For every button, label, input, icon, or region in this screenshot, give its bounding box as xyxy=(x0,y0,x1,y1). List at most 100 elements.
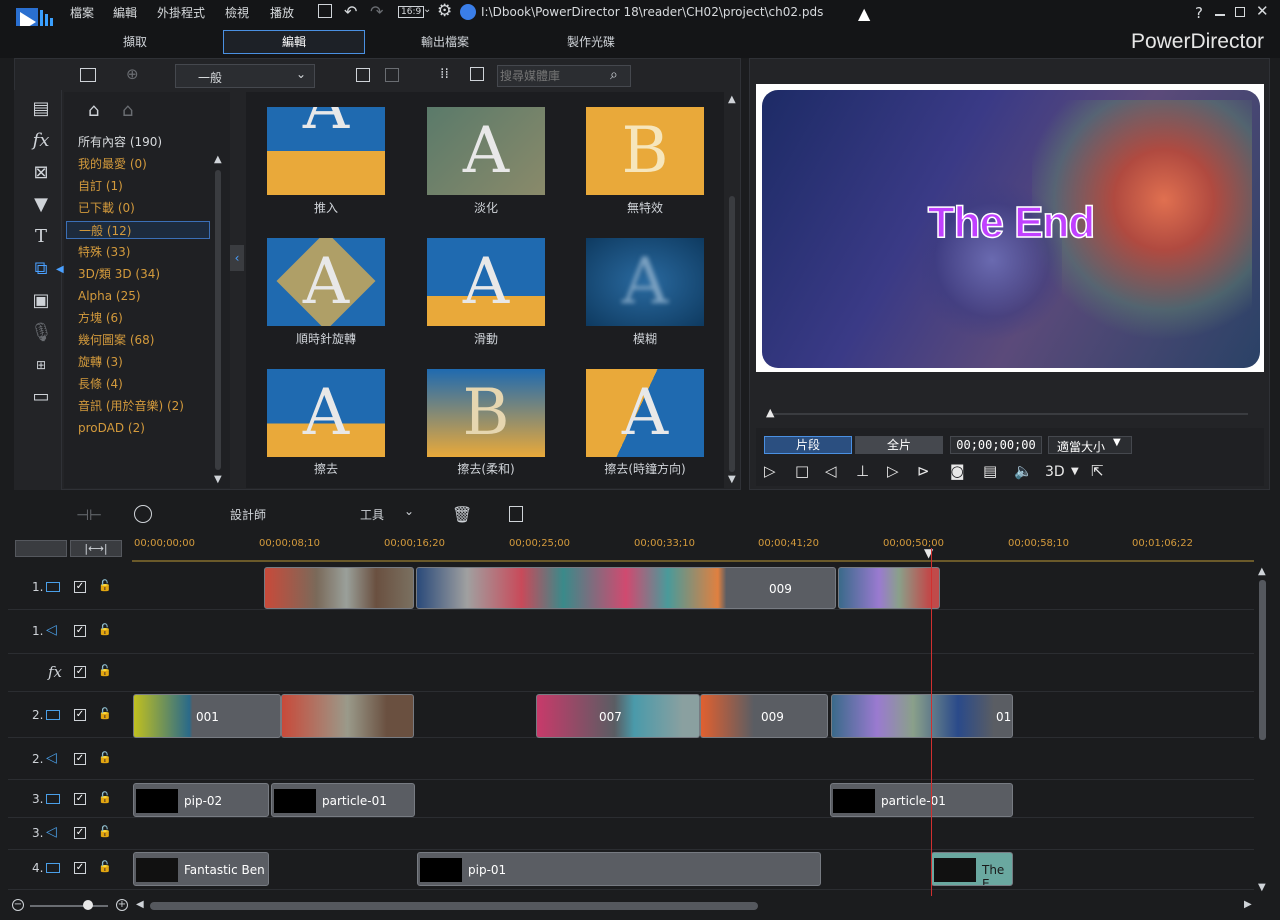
menu-playback[interactable]: 播放 xyxy=(270,4,294,21)
category-scrollbar[interactable] xyxy=(215,170,221,470)
timeline-clip[interactable] xyxy=(281,694,414,738)
clip-mode-button[interactable]: 片段 xyxy=(764,436,852,454)
grid-scroll-up-icon[interactable]: ▲ xyxy=(728,94,736,105)
grid-scroll-down-icon[interactable]: ▼ xyxy=(728,474,736,485)
clip-properties-icon[interactable] xyxy=(509,506,523,522)
timeline-clip[interactable]: 001 xyxy=(133,694,281,738)
play-icon[interactable]: ▷ xyxy=(764,462,776,480)
plugin-globe-icon[interactable]: ⊕ xyxy=(126,65,139,83)
previous-frame-icon[interactable]: ◁ xyxy=(825,462,837,480)
minimize-icon[interactable] xyxy=(1215,14,1225,16)
zoom-out-icon[interactable]: − xyxy=(12,899,24,911)
zoom-slider-track[interactable] xyxy=(30,905,108,907)
transition-thumbnail-wipe[interactable]: A xyxy=(267,369,385,457)
pip-room-icon[interactable]: ⊠ xyxy=(30,162,52,184)
menu-plugins[interactable]: 外掛程式 xyxy=(157,4,205,21)
movie-mode-button[interactable]: 全片 xyxy=(855,436,943,454)
lock-icon[interactable]: 🔓 xyxy=(98,707,112,720)
scroll-left-icon[interactable]: ◀ xyxy=(136,899,144,910)
tab-capture[interactable]: 擷取 xyxy=(80,30,190,54)
tab-edit[interactable]: 編輯 xyxy=(223,30,365,54)
timeline-clip[interactable]: 013 xyxy=(831,694,1013,738)
lock-icon[interactable]: 🔓 xyxy=(98,579,112,592)
chevron-down-icon[interactable]: ⌄ xyxy=(423,4,431,15)
timeline-clip[interactable] xyxy=(838,567,940,609)
category-all[interactable]: 所有內容 (190) xyxy=(66,133,210,151)
zoom-select[interactable]: 適當大小 ▼ xyxy=(1048,436,1132,454)
timeline-clip[interactable]: 009 xyxy=(416,567,836,609)
timecode-display[interactable]: 00;00;00;00 xyxy=(950,436,1042,454)
transition-thumbnail-clockwise[interactable]: A xyxy=(267,238,385,326)
track-enable-checkbox[interactable]: ✓ xyxy=(74,581,86,593)
transition-thumbnail-fade[interactable]: A xyxy=(427,107,545,195)
track-enable-checkbox[interactable]: ✓ xyxy=(74,709,86,721)
category-alpha[interactable]: Alpha (25) xyxy=(66,287,210,305)
chapter-room-icon[interactable]: ⊞ xyxy=(30,354,52,376)
collapse-panel-button[interactable]: ‹ xyxy=(230,245,244,271)
menu-view[interactable]: 檢視 xyxy=(225,4,249,21)
settings-gear-icon[interactable]: ⚙ xyxy=(437,1,452,21)
transition-room-icon[interactable]: ⧉ xyxy=(30,258,52,280)
grid-view-icon[interactable]: ⁞⁞ xyxy=(440,66,449,82)
effect-room-icon[interactable]: fx xyxy=(30,130,52,152)
restore-icon[interactable] xyxy=(1235,7,1245,17)
delete-trash-icon[interactable]: 🗑 xyxy=(452,505,472,524)
lock-icon[interactable]: 🔓 xyxy=(98,791,112,804)
add-tag-icon[interactable]: ⌂ xyxy=(88,100,99,121)
close-icon[interactable]: ✕ xyxy=(1256,2,1269,20)
search-input[interactable] xyxy=(500,68,600,84)
fix-enhance-icon[interactable] xyxy=(134,505,152,523)
redo-icon[interactable]: ↷ xyxy=(370,2,383,21)
scroll-right-icon[interactable]: ▶ xyxy=(1244,899,1252,910)
category-3d[interactable]: 3D/類 3D (34) xyxy=(66,265,210,283)
category-downloaded[interactable]: 已下載 (0) xyxy=(66,199,210,217)
replace-icon[interactable] xyxy=(385,68,399,82)
media-room-icon[interactable]: ▤ xyxy=(30,98,52,120)
import-media-icon[interactable] xyxy=(80,68,96,82)
timeline-scroll-down-icon[interactable]: ▼ xyxy=(1258,882,1266,893)
timeline-vertical-scrollbar[interactable] xyxy=(1259,580,1266,740)
transition-thumbnail-blur[interactable]: A xyxy=(586,238,704,326)
transition-thumbnail-clock-wipe[interactable]: A xyxy=(586,369,704,457)
category-favorites[interactable]: 我的最愛 (0) xyxy=(66,155,210,173)
seek-slider-thumb[interactable]: ▲ xyxy=(766,406,774,419)
category-custom[interactable]: 自訂 (1) xyxy=(66,177,210,195)
search-box[interactable]: ⌕ xyxy=(497,65,631,87)
timeline-clip[interactable]: particle-01 xyxy=(830,783,1013,817)
transition-thumbnail-slide[interactable]: A xyxy=(427,238,545,326)
voice-over-room-icon[interactable]: 🎙 xyxy=(30,322,53,344)
category-scroll-up-icon[interactable]: ▲ xyxy=(214,154,222,165)
add-to-timeline-icon[interactable] xyxy=(356,68,370,82)
category-geometric[interactable]: 幾何圖案 (68) xyxy=(66,331,210,349)
category-general[interactable]: 一般 (12) xyxy=(66,221,210,239)
cloud-account-icon[interactable] xyxy=(460,4,476,20)
lock-icon[interactable]: 🔓 xyxy=(98,825,112,838)
track-enable-checkbox[interactable]: ✓ xyxy=(74,793,86,805)
track-enable-checkbox[interactable]: ✓ xyxy=(74,625,86,637)
category-audio[interactable]: 音訊 (用於音樂) (2) xyxy=(66,397,210,415)
chevron-down-icon[interactable]: ⌄ xyxy=(404,504,414,518)
lock-icon[interactable]: 🔓 xyxy=(98,751,112,764)
lock-icon[interactable]: 🔓 xyxy=(98,623,112,636)
fast-forward-icon[interactable]: ⊳ xyxy=(917,462,930,480)
tools-button[interactable]: 工具 xyxy=(360,506,384,523)
undock-preview-icon[interactable]: ⇱ xyxy=(1091,462,1104,480)
track-enable-checkbox[interactable]: ✓ xyxy=(74,666,86,678)
category-scroll-down-icon[interactable]: ▼ xyxy=(214,474,222,485)
transition-thumbnail-none[interactable]: B xyxy=(586,107,704,195)
menu-edit[interactable]: 編輯 xyxy=(113,4,137,21)
save-icon[interactable] xyxy=(318,4,332,18)
particle-room-icon[interactable]: ▼ xyxy=(30,194,52,216)
timeline-clip[interactable] xyxy=(264,567,414,609)
timeline-clip[interactable]: particle-01 xyxy=(271,783,415,817)
timeline-scroll-up-icon[interactable]: ▲ xyxy=(1258,566,1266,577)
designer-button[interactable]: 設計師 xyxy=(230,506,266,523)
fit-timeline-button[interactable]: |⟷| xyxy=(70,540,122,557)
timeline-clip[interactable]: 009 xyxy=(700,694,828,738)
tab-create-disc[interactable]: 製作光碟 xyxy=(536,30,646,54)
timeline-clip[interactable]: Fantastic Ben xyxy=(133,852,269,886)
category-select[interactable]: 一般 ⌄ xyxy=(175,64,315,88)
timeline-clip[interactable]: 007 xyxy=(536,694,700,738)
subtitle-toggle-icon[interactable]: ▤ xyxy=(983,462,997,480)
timeline-clip[interactable]: pip-02 xyxy=(133,783,269,817)
